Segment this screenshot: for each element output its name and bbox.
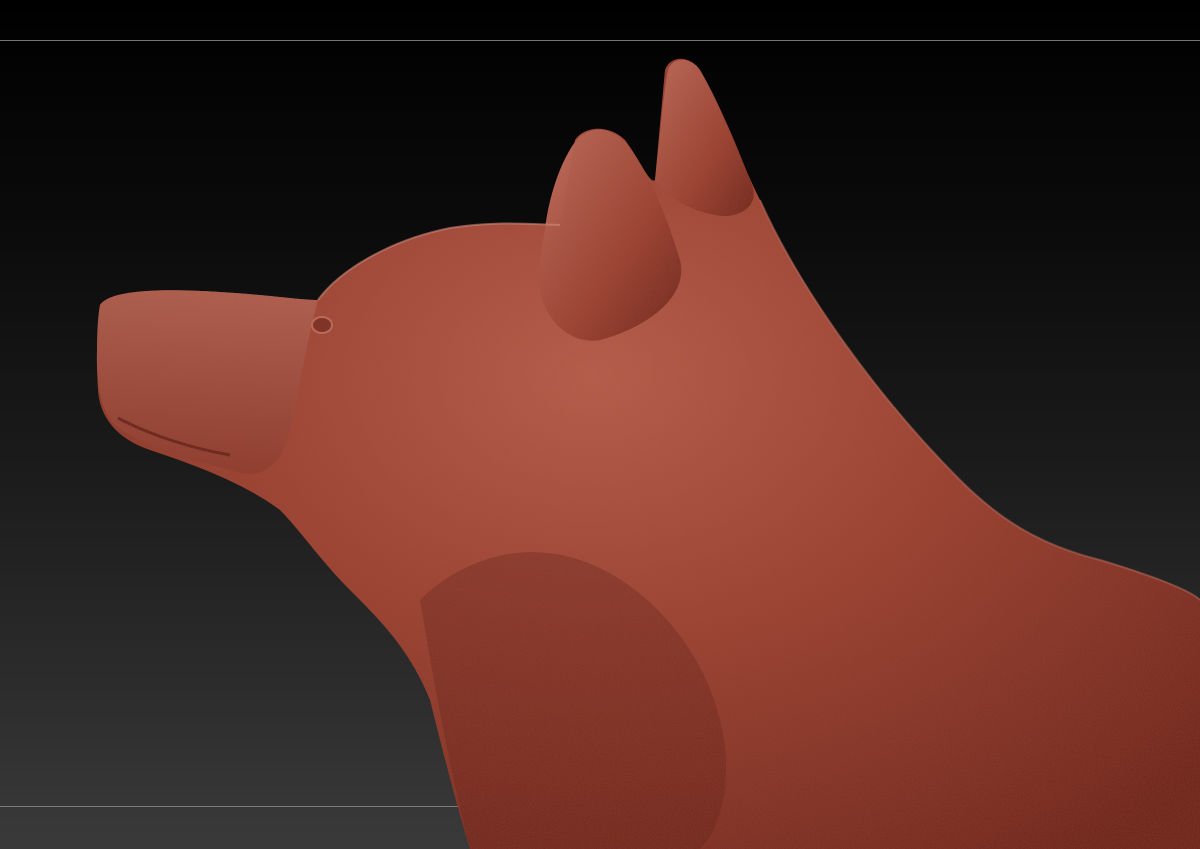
- wolf-sculpt-model[interactable]: [0, 0, 1200, 849]
- sculpt-viewport[interactable]: [0, 0, 1200, 849]
- fur-texture-overlay: [96, 58, 1200, 849]
